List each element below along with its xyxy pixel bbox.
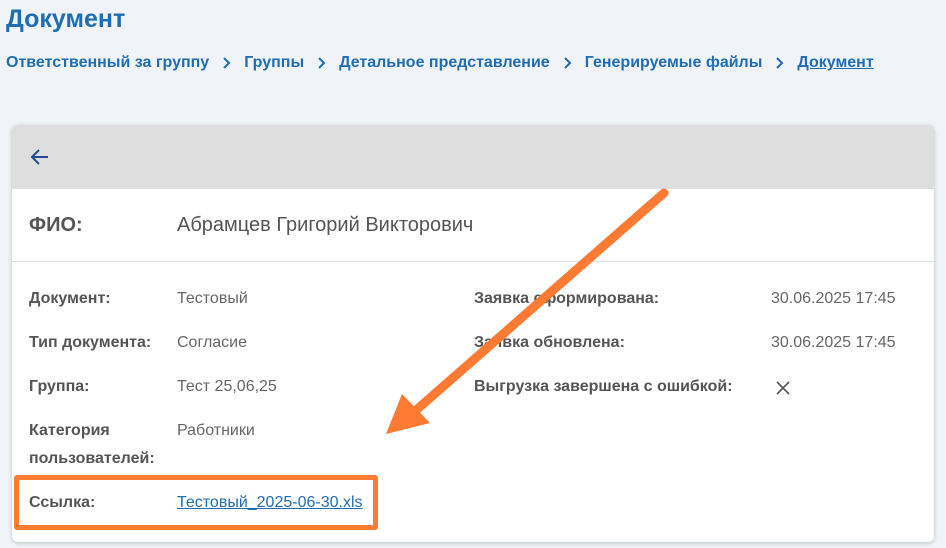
annotation-arrow-icon <box>386 188 669 434</box>
